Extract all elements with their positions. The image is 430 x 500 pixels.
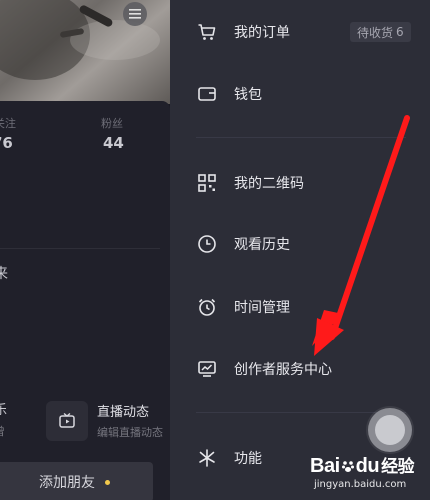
followers-count[interactable]: 44	[103, 134, 124, 152]
following-count[interactable]: 76	[0, 134, 13, 152]
drawer-item-history[interactable]: 观看历史	[196, 230, 290, 258]
assistive-touch-button[interactable]	[368, 408, 412, 452]
section-fragment: 来	[0, 266, 8, 282]
menu-button[interactable]	[123, 2, 147, 26]
baidu-jingyan-watermark: Bai du 经验 jingyan.baidu.com	[310, 452, 415, 490]
live-dynamics-subtitle: 编辑直播动态	[97, 426, 163, 439]
tv-play-icon	[59, 412, 75, 428]
paw-icon	[341, 456, 355, 472]
notification-dot	[105, 479, 110, 485]
drawer-item-wallet[interactable]: 钱包	[196, 80, 262, 108]
qrcode-icon	[196, 172, 218, 194]
wallet-label: 钱包	[234, 87, 262, 103]
drawer-item-qrcode[interactable]: 我的二维码	[196, 169, 304, 197]
qrcode-label: 我的二维码	[234, 176, 304, 192]
monitor-chart-icon	[196, 358, 218, 380]
sparkle-icon	[196, 447, 218, 469]
clock-icon	[196, 233, 218, 255]
drawer-item-orders[interactable]: 我的订单	[196, 18, 290, 46]
drawer-item-time-management[interactable]: 时间管理	[196, 293, 290, 321]
history-label: 观看历史	[234, 237, 290, 253]
creator-center-label: 创作者服务中心	[234, 362, 332, 378]
drawer-divider	[196, 137, 406, 138]
alarm-clock-icon	[196, 296, 218, 318]
followers-label: 粉丝	[101, 117, 123, 130]
live-dynamics-title[interactable]: 直播动态	[97, 401, 149, 420]
time-management-label: 时间管理	[234, 300, 290, 316]
watermark-url: jingyan.baidu.com	[314, 479, 407, 490]
wallet-icon	[196, 83, 218, 105]
orders-label: 我的订单	[234, 25, 290, 41]
drawer-item-creator-center[interactable]: 创作者服务中心	[196, 355, 332, 383]
add-friend-button[interactable]: 添加朋友	[0, 462, 153, 500]
music-label-fragment[interactable]: 乐	[0, 399, 7, 418]
live-dynamics-tile[interactable]	[46, 401, 88, 441]
pending-delivery-badge[interactable]: 待收货 6	[350, 22, 411, 42]
drawer-item-features[interactable]: 功能	[196, 444, 262, 472]
hamburger-menu-icon	[129, 9, 141, 19]
badge-text: 待收货	[357, 25, 394, 40]
watermark-logo-glyph: du	[355, 455, 380, 477]
watermark-logo-suffix: 经验	[381, 457, 415, 476]
add-friend-label: 添加朋友	[39, 475, 95, 491]
shopping-cart-icon	[196, 21, 218, 43]
music-sub-fragment: 曾	[0, 423, 5, 439]
features-label: 功能	[234, 451, 262, 467]
divider	[0, 248, 160, 249]
profile-info-panel: 关注 76 粉丝 44 来 乐 曾 直播动态 编辑直播动态 添加朋友	[0, 101, 170, 500]
following-label: 关注	[0, 117, 16, 130]
badge-count: 6	[396, 25, 404, 39]
profile-page: 关注 76 粉丝 44 来 乐 曾 直播动态 编辑直播动态 添加朋友	[0, 0, 170, 500]
watermark-logo-text: Bai	[310, 455, 340, 477]
